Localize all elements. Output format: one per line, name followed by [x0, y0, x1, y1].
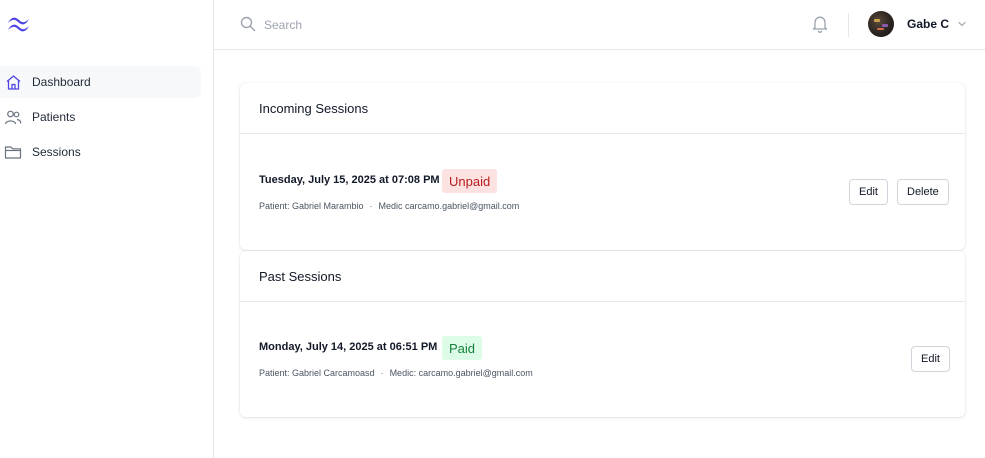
card-title: Incoming Sessions [240, 83, 965, 134]
sidebar-item-sessions[interactable]: Sessions [0, 136, 201, 168]
edit-button[interactable]: Edit [849, 179, 888, 205]
session-row: Tuesday, July 15, 2025 at 07:08 PM Unpai… [240, 134, 965, 249]
sidebar-item-label: Patients [32, 110, 76, 124]
card-title: Past Sessions [240, 251, 965, 302]
session-meta: Patient: Gabriel Carcamoasd · Medic: carca… [259, 368, 533, 378]
status-badge: Paid [442, 336, 483, 360]
home-icon [4, 73, 22, 91]
session-patient: Patient: Gabriel Carcamoasd [259, 368, 375, 378]
header-divider [848, 13, 849, 37]
folder-icon [4, 143, 22, 161]
user-menu[interactable]: Gabe C [868, 11, 967, 37]
user-name: Gabe C [907, 17, 950, 31]
search-icon [240, 16, 256, 32]
tailwind-logo-icon[interactable] [4, 12, 34, 36]
sidebar-item-dashboard[interactable]: Dashboard [0, 66, 201, 98]
delete-button[interactable]: Delete [897, 179, 949, 205]
incoming-sessions-card: Incoming Sessions Tuesday, July 15, 2025… [240, 83, 965, 250]
avatar[interactable] [868, 11, 894, 37]
meta-separator: · [369, 201, 373, 211]
chevron-down-icon [958, 21, 966, 27]
session-meta: Patient: Gabriel Marambio · Medic carcamo.… [259, 201, 519, 211]
users-icon [4, 108, 22, 126]
sidebar-item-label: Sessions [32, 145, 81, 159]
sidebar-item-label: Dashboard [32, 75, 91, 89]
meta-separator: · [380, 368, 384, 378]
status-badge: Unpaid [442, 169, 498, 193]
session-medic: Medic carcamo.gabriel@gmail.com [378, 201, 520, 211]
top-header: Gabe C [214, 0, 985, 50]
session-patient: Patient: Gabriel Marambio [259, 201, 364, 211]
search-input[interactable] [264, 14, 564, 36]
sidebar-nav: Dashboard Patients Sessions [0, 66, 201, 171]
sidebar-item-patients[interactable]: Patients [0, 101, 201, 133]
session-medic: Medic: carcamo.gabriel@gmail.com [389, 368, 533, 378]
session-date: Tuesday, July 15, 2025 at 07:08 PM [259, 174, 440, 186]
past-sessions-card: Past Sessions Monday, July 14, 2025 at 0… [240, 251, 965, 417]
app-root: Dashboard Patients Sessions Search Gabe … [0, 0, 985, 458]
sidebar: Dashboard Patients Sessions [0, 0, 214, 458]
session-row: Monday, July 14, 2025 at 06:51 PM Paid P… [240, 302, 965, 416]
session-date: Monday, July 14, 2025 at 06:51 PM [259, 341, 438, 353]
edit-button[interactable]: Edit [911, 346, 950, 372]
bell-icon[interactable] [811, 14, 829, 34]
